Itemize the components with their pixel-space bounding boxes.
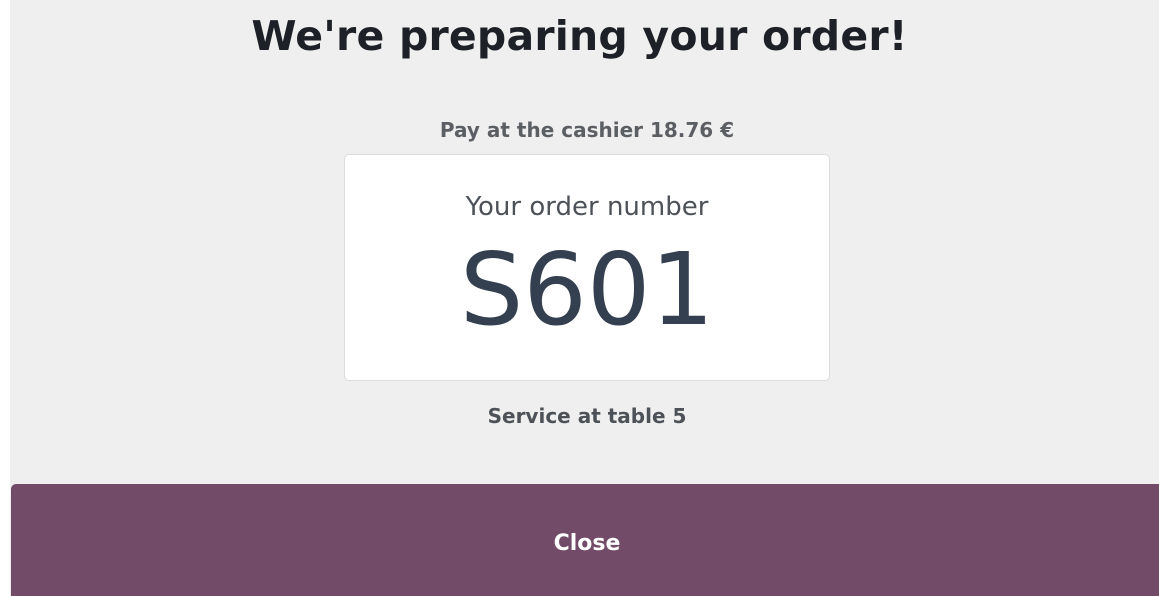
close-button[interactable]: Close — [11, 484, 1159, 596]
page-title: We're preparing your order! — [251, 12, 908, 60]
service-info: Service at table 5 — [487, 404, 687, 428]
close-button-label: Close — [553, 531, 621, 556]
order-number-card: Your order number S601 — [344, 154, 830, 381]
order-number-label: Your order number — [465, 192, 709, 222]
order-confirmation-screen: We're preparing your order! Pay at the c… — [0, 0, 1159, 596]
payment-instruction: Pay at the cashier 18.76 € — [439, 118, 735, 142]
order-number-value: S601 — [459, 231, 715, 348]
